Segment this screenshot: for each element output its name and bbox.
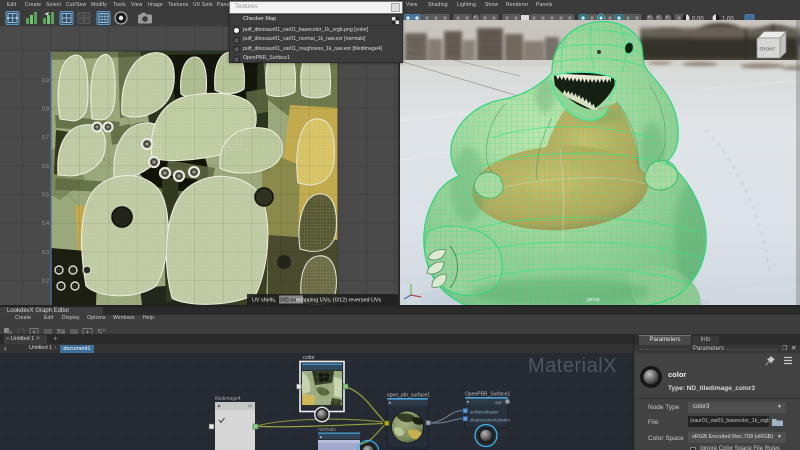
svg-text:K: K xyxy=(103,328,106,333)
svg-text:displacementshader: displacementshader xyxy=(470,418,511,423)
svg-text:UV shells, (0/8) overlapping U: UV shells, (0/8) overlapping UVs, (0/12)… xyxy=(252,298,381,304)
svg-text:tiledimage4: tiledimage4 xyxy=(215,396,241,402)
svg-text:0.8: 0.8 xyxy=(42,107,49,113)
svg-text:out: out xyxy=(495,400,502,405)
svg-text:0.7: 0.7 xyxy=(42,135,49,141)
svg-text:color: color xyxy=(303,355,315,361)
svg-text:FRONT: FRONT xyxy=(760,47,776,52)
svg-text:MaterialX: MaterialX xyxy=(528,355,617,377)
svg-text:persp: persp xyxy=(587,297,600,303)
svg-text:0.4: 0.4 xyxy=(42,221,49,227)
svg-text:0.6: 0.6 xyxy=(42,164,49,170)
svg-text:0.9: 0.9 xyxy=(42,78,49,84)
svg-text:surfaceshader: surfaceshader xyxy=(470,410,499,415)
svg-text:0.2: 0.2 xyxy=(42,279,49,285)
svg-text:0.5: 0.5 xyxy=(42,193,49,199)
svg-text:normals: normals xyxy=(318,427,336,433)
svg-text:Y: Y xyxy=(406,279,409,284)
svg-text:0.3: 0.3 xyxy=(42,250,49,256)
